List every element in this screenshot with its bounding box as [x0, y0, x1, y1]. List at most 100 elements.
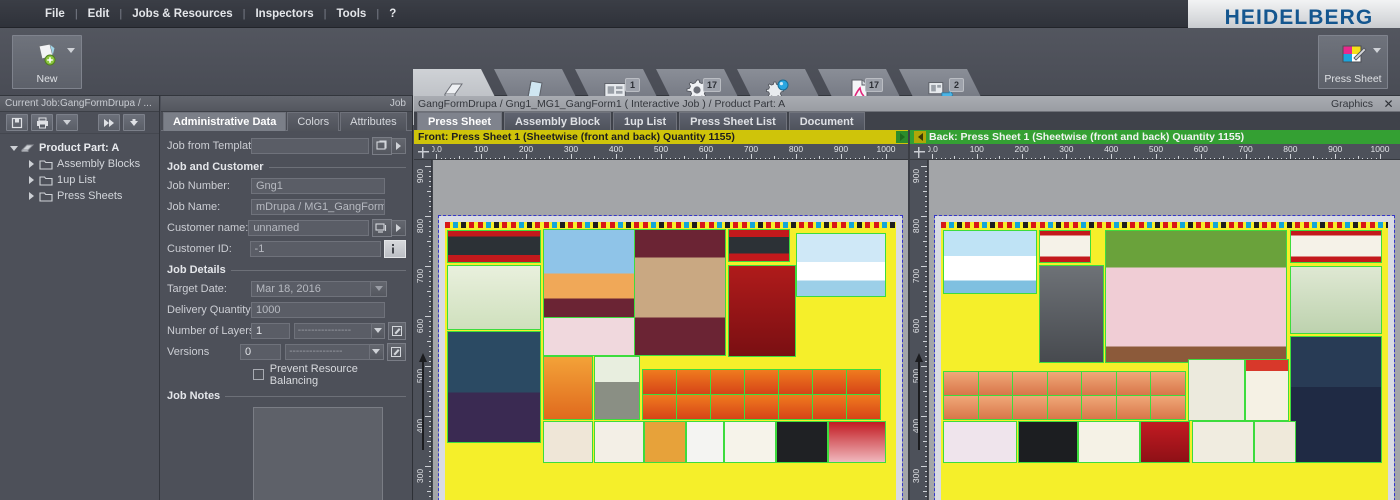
back-press-sheet[interactable] — [934, 215, 1395, 500]
artwork-garden-brochure[interactable] — [1290, 266, 1382, 334]
menu-tools[interactable]: Tools — [328, 5, 376, 23]
fast-forward-icon[interactable] — [98, 114, 120, 131]
artwork-coupon-tile[interactable] — [1115, 395, 1152, 420]
vertical-scroll-marker[interactable] — [422, 360, 424, 450]
tab-assembly-block[interactable]: Assembly Block — [503, 112, 611, 130]
artwork-coupon-tile[interactable] — [1150, 395, 1186, 420]
artwork-surfboard-flyer[interactable] — [796, 233, 886, 297]
tree-node-press-sheets[interactable]: Press Sheets — [6, 188, 159, 204]
artwork-bbq-menu-card[interactable] — [1140, 421, 1190, 463]
number-of-layers-input[interactable]: 1 — [251, 322, 290, 339]
delivery-quantity-input[interactable]: 1000 — [251, 301, 385, 318]
artwork-voucher-tile[interactable] — [710, 369, 745, 395]
number-of-layers-select[interactable]: ---------------- — [293, 322, 373, 339]
artwork-fabric-card[interactable] — [1254, 421, 1296, 463]
artwork-car-flyer[interactable] — [447, 230, 541, 263]
select-customer-button[interactable] — [371, 218, 392, 237]
expand-triangle-icon[interactable] — [26, 160, 37, 168]
expand-collapse-triangle-icon[interactable] — [8, 145, 19, 151]
tree-node-assembly-blocks[interactable]: Assembly Blocks — [6, 156, 159, 172]
artwork-halloween-poster[interactable] — [447, 331, 541, 443]
job-notes-textarea[interactable] — [253, 407, 383, 500]
artwork-interior-brochure[interactable] — [634, 229, 726, 356]
versions-input[interactable]: 0 — [239, 343, 282, 360]
menu-inspectors[interactable]: Inspectors — [246, 5, 322, 23]
artwork-gray-poster[interactable] — [1039, 265, 1104, 363]
artwork-coupon-tile[interactable] — [1012, 395, 1048, 420]
customer-id-input[interactable]: -1 — [249, 240, 382, 257]
artwork-voucher-tile[interactable] — [642, 369, 677, 395]
customer-info-button[interactable] — [384, 239, 407, 258]
artwork-pumpkin-news[interactable] — [1245, 359, 1289, 421]
back-sheet-canvas[interactable] — [929, 160, 1400, 500]
artwork-voucher-tile[interactable] — [676, 394, 711, 420]
ruler-origin-icon[interactable] — [910, 144, 928, 159]
expand-triangle-icon[interactable] — [26, 176, 37, 184]
close-icon[interactable]: ✕ — [1381, 97, 1396, 111]
front-sheet-canvas[interactable] — [433, 160, 908, 500]
artwork-coupon-tile[interactable] — [1150, 371, 1186, 396]
artwork-party-card[interactable] — [686, 421, 724, 463]
artwork-red-card[interactable] — [828, 421, 886, 463]
tab-press-sheet[interactable]: Press Sheet — [417, 112, 502, 130]
artwork-voucher-tile[interactable] — [846, 394, 881, 420]
front-press-sheet[interactable] — [438, 215, 903, 500]
back-sheet-prev-icon[interactable] — [914, 131, 926, 143]
artwork-card-1[interactable] — [543, 421, 593, 463]
expand-triangle-icon[interactable] — [26, 192, 37, 200]
layers-dropdown-icon[interactable] — [372, 322, 386, 339]
artwork-garden-flyer[interactable] — [447, 265, 541, 330]
target-date-dropdown-icon[interactable] — [371, 280, 387, 297]
artwork-coupon-tile[interactable] — [977, 371, 1014, 396]
artwork-voucher-tile[interactable] — [778, 394, 813, 420]
artwork-black-card[interactable] — [1018, 421, 1078, 463]
select-template-button[interactable] — [372, 136, 392, 155]
tree-node-1up-list[interactable]: 1up List — [6, 172, 159, 188]
menu-file[interactable]: File — [36, 5, 74, 23]
artwork-coupon-tile[interactable] — [977, 395, 1014, 420]
artwork-car-flyer-2[interactable] — [728, 229, 790, 262]
artwork-coupon-tile[interactable] — [943, 371, 979, 396]
artwork-coupon-tile[interactable] — [1081, 371, 1117, 396]
artwork-letterhead[interactable] — [543, 317, 635, 356]
artwork-wood-flyer[interactable] — [594, 356, 640, 420]
menu-edit[interactable]: Edit — [79, 5, 119, 23]
artwork-car-list-flyer[interactable] — [1039, 230, 1091, 263]
artwork-voucher-tile[interactable] — [744, 369, 779, 395]
versions-select[interactable]: ---------------- — [285, 343, 370, 360]
artwork-coupon-tile[interactable] — [1115, 371, 1152, 396]
vertical-scroll-arrow-icon[interactable] — [419, 353, 427, 362]
artwork-surfboard-poster[interactable] — [943, 230, 1037, 294]
tab-document[interactable]: Document — [788, 112, 865, 130]
artwork-voucher-tile[interactable] — [676, 369, 711, 395]
ruler-origin-icon[interactable] — [414, 144, 432, 159]
artwork-coupon-tile[interactable] — [943, 395, 979, 420]
target-date-input[interactable]: Mar 18, 2016 — [251, 280, 371, 297]
versions-dropdown-icon[interactable] — [369, 343, 384, 360]
menu-help[interactable]: ? — [380, 5, 405, 23]
edit-versions-button[interactable] — [386, 342, 406, 361]
graphics-label[interactable]: Graphics — [1331, 98, 1373, 110]
artwork-invite-card[interactable] — [1078, 421, 1140, 463]
job-from-template-input[interactable] — [251, 137, 370, 154]
job-number-input[interactable]: Gng1 — [251, 177, 385, 194]
customer-name-input[interactable]: unnamed — [248, 219, 369, 236]
template-dropdown-icon[interactable] — [391, 137, 406, 154]
tree-dropdown-icon[interactable] — [56, 114, 78, 131]
artwork-coupon-tile[interactable] — [1012, 371, 1048, 396]
artwork-pumpkin-flyer[interactable] — [543, 356, 593, 420]
vertical-scroll-marker[interactable] — [918, 360, 920, 450]
save-icon[interactable] — [6, 114, 28, 131]
artwork-voucher-tile[interactable] — [744, 394, 779, 420]
edit-layers-button[interactable] — [388, 321, 406, 340]
artwork-wellness-brochure[interactable] — [1105, 230, 1287, 363]
artwork-globe-poster[interactable] — [728, 265, 796, 357]
tab-administrative-data[interactable]: Administrative Data — [163, 112, 287, 131]
artwork-voucher-tile[interactable] — [642, 394, 677, 420]
artwork-car-list-flyer-2[interactable] — [1290, 230, 1382, 263]
down-arrow-icon[interactable] — [123, 114, 145, 131]
tab-1up-list[interactable]: 1up List — [612, 112, 678, 130]
artwork-halloween-party-poster[interactable] — [1290, 336, 1382, 463]
artwork-coupon-tile[interactable] — [1081, 395, 1117, 420]
artwork-bbq-card[interactable] — [644, 421, 686, 463]
